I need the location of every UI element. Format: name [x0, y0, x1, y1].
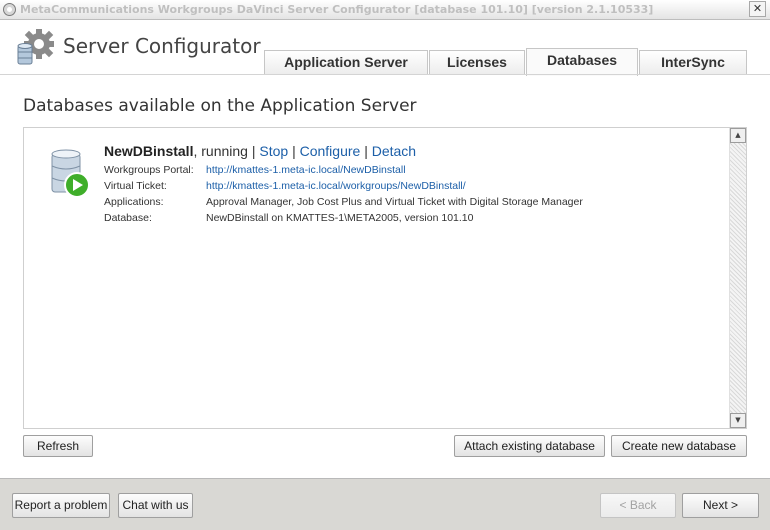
virtual-ticket-link[interactable]: http://kmattes-1.meta-ic.local/workgroup…: [206, 180, 466, 192]
report-problem-button[interactable]: Report a problem: [12, 493, 110, 518]
detail-label: Database:: [104, 212, 152, 224]
separator: |: [364, 143, 368, 159]
configure-link[interactable]: Configure: [300, 143, 361, 159]
refresh-button[interactable]: Refresh: [23, 435, 93, 457]
separator: |: [292, 143, 296, 159]
scroll-down-button[interactable]: ▼: [730, 413, 746, 428]
vertical-scrollbar[interactable]: ▲ ▼: [729, 128, 746, 428]
database-name: NewDBinstall: [104, 143, 194, 159]
next-button[interactable]: Next >: [682, 493, 759, 518]
detach-link[interactable]: Detach: [372, 143, 416, 159]
database-status: , running: [193, 143, 248, 159]
scroll-up-button[interactable]: ▲: [730, 128, 746, 143]
applications-value: Approval Manager, Job Cost Plus and Virt…: [206, 196, 583, 208]
detail-label: Workgroups Portal:: [104, 164, 194, 176]
app-name: Server Configurator: [63, 34, 261, 58]
gear-database-icon: [17, 29, 54, 65]
detail-label: Virtual Ticket:: [104, 180, 167, 192]
app-icon: [3, 3, 16, 16]
workgroups-portal-link[interactable]: http://kmattes-1.meta-ic.local/NewDBinst…: [206, 164, 406, 176]
stop-link[interactable]: Stop: [259, 143, 288, 159]
back-button[interactable]: < Back: [600, 493, 676, 518]
footer-bar: Report a problem Chat with us < Back Nex…: [0, 478, 770, 530]
chat-with-us-button[interactable]: Chat with us: [118, 493, 193, 518]
tab-bar: Application Server Licenses Databases In…: [264, 48, 770, 76]
tab-application-server[interactable]: Application Server: [264, 50, 428, 75]
tab-licenses[interactable]: Licenses: [429, 50, 525, 75]
separator: |: [251, 143, 256, 159]
close-button[interactable]: ✕: [749, 1, 766, 17]
database-list: NewDBinstall, running | Stop | Configure…: [23, 127, 747, 429]
attach-existing-database-button[interactable]: Attach existing database: [454, 435, 605, 457]
create-new-database-button[interactable]: Create new database: [611, 435, 747, 457]
database-header: NewDBinstall, running | Stop | Configure…: [104, 143, 416, 159]
detail-label: Applications:: [104, 196, 164, 208]
tab-intersync[interactable]: InterSync: [639, 50, 747, 75]
title-bar: MetaCommunications Workgroups DaVinci Se…: [0, 0, 770, 20]
database-value: NewDBinstall on KMATTES-1\META2005, vers…: [206, 212, 474, 224]
header-divider: [0, 74, 770, 75]
tab-databases[interactable]: Databases: [526, 48, 638, 76]
database-running-icon: [51, 149, 90, 198]
section-title: Databases available on the Application S…: [23, 96, 417, 116]
window-title: MetaCommunications Workgroups DaVinci Se…: [20, 3, 654, 16]
